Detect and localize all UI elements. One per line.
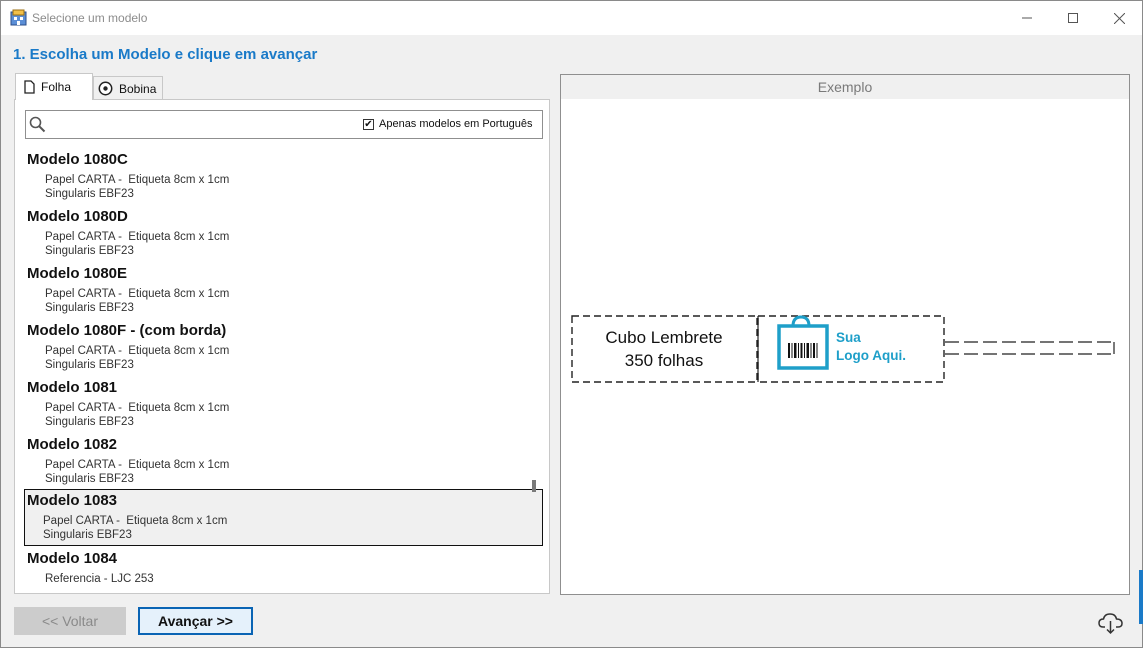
window-title: Selecione um modelo [32, 11, 148, 25]
cloud-download-icon[interactable] [1098, 611, 1124, 640]
list-item[interactable]: Modelo 1082 Papel CARTA - Etiqueta 8cm x… [24, 433, 543, 490]
model-list-panel: ✔ Apenas modelos em Português Modelo 108… [14, 99, 550, 594]
close-button[interactable] [1096, 1, 1142, 35]
model-name: Modelo 1080D [27, 208, 128, 225]
minimize-button[interactable] [1004, 1, 1050, 35]
model-name: Modelo 1080F - (com borda) [27, 322, 227, 339]
minimize-icon [1022, 17, 1032, 19]
next-button[interactable]: Avançar >> [138, 607, 253, 635]
model-name: Modelo 1084 [27, 550, 118, 567]
title-bar[interactable]: Selecione um modelo [1, 1, 1142, 35]
model-description: Papel CARTA - Etiqueta 8cm x 1cm [43, 515, 228, 527]
model-name: Modelo 1083 [27, 492, 118, 509]
model-description: Referencia - LJC 253 [45, 573, 154, 585]
maximize-icon [1068, 13, 1078, 23]
scrollbar-thumb[interactable] [532, 480, 536, 492]
search-box: ✔ Apenas modelos em Português [25, 110, 543, 139]
search-input[interactable] [50, 115, 350, 134]
model-description: Papel CARTA - Etiqueta 8cm x 1cm [45, 231, 230, 243]
model-name: Modelo 1080E [27, 265, 128, 282]
portuguese-only-checkbox[interactable]: ✔ [363, 119, 374, 130]
example-panel: Exemplo Cubo Lembrete 350 folhas Sua Log… [560, 74, 1130, 595]
logo-line-1: Sua [836, 330, 861, 345]
model-brand: Singularis EBF23 [45, 188, 134, 200]
model-description: Papel CARTA - Etiqueta 8cm x 1cm [45, 402, 230, 414]
model-name: Modelo 1082 [27, 436, 118, 453]
side-accent-bar [1139, 570, 1143, 624]
model-brand: Singularis EBF23 [43, 529, 132, 541]
label-text: Cubo Lembrete 350 folhas [571, 326, 757, 372]
model-brand: Singularis EBF23 [45, 473, 134, 485]
model-description: Papel CARTA - Etiqueta 8cm x 1cm [45, 288, 230, 300]
model-description: Papel CARTA - Etiqueta 8cm x 1cm [45, 459, 230, 471]
list-item-selected[interactable]: Modelo 1083 Papel CARTA - Etiqueta 8cm x… [24, 489, 543, 546]
logo-placeholder-text: Sua Logo Aqui. [836, 329, 906, 365]
example-header: Exemplo [561, 75, 1129, 99]
list-item[interactable]: Modelo 1084 Referencia - LJC 253 [24, 547, 543, 593]
model-selection-window: Selecione um modelo 1. Escolha um Modelo… [0, 0, 1143, 648]
search-icon [29, 116, 46, 138]
sheet-icon [24, 80, 35, 94]
model-list[interactable]: Modelo 1080C Papel CARTA - Etiqueta 8cm … [15, 148, 549, 593]
step-heading: 1. Escolha um Modelo e clique em avançar [13, 46, 318, 63]
roll-icon [98, 81, 113, 96]
model-brand: Singularis EBF23 [45, 245, 134, 257]
model-description: Papel CARTA - Etiqueta 8cm x 1cm [45, 174, 230, 186]
list-item[interactable]: Modelo 1080D Papel CARTA - Etiqueta 8cm … [24, 205, 543, 262]
close-icon [1113, 12, 1125, 24]
tab-bobina[interactable]: Bobina [93, 76, 163, 100]
model-brand: Singularis EBF23 [45, 359, 134, 371]
list-item[interactable]: Modelo 1080E Papel CARTA - Etiqueta 8cm … [24, 262, 543, 319]
portuguese-only-label[interactable]: Apenas modelos em Português [379, 118, 532, 130]
app-icon [10, 9, 27, 26]
model-brand: Singularis EBF23 [45, 302, 134, 314]
shopping-bag-barcode-icon [777, 315, 829, 370]
list-item[interactable]: Modelo 1080C Papel CARTA - Etiqueta 8cm … [24, 148, 543, 205]
back-button[interactable]: << Voltar [14, 607, 126, 635]
label-line-2: 350 folhas [624, 351, 704, 370]
tab-folha-label: Folha [41, 80, 72, 94]
model-name: Modelo 1080C [27, 151, 128, 168]
model-brand: Singularis EBF23 [45, 416, 134, 428]
tab-bobina-label: Bobina [119, 81, 157, 96]
maximize-button[interactable] [1050, 1, 1096, 35]
model-description: Papel CARTA - Etiqueta 8cm x 1cm [45, 345, 230, 357]
list-item[interactable]: Modelo 1081 Papel CARTA - Etiqueta 8cm x… [24, 376, 543, 433]
logo-line-2: Logo Aqui. [836, 348, 906, 363]
tab-folha[interactable]: Folha [15, 73, 93, 100]
list-item[interactable]: Modelo 1080F - (com borda) Papel CARTA -… [24, 319, 543, 376]
model-name: Modelo 1081 [27, 379, 118, 396]
label-line-1: Cubo Lembrete [605, 328, 723, 347]
